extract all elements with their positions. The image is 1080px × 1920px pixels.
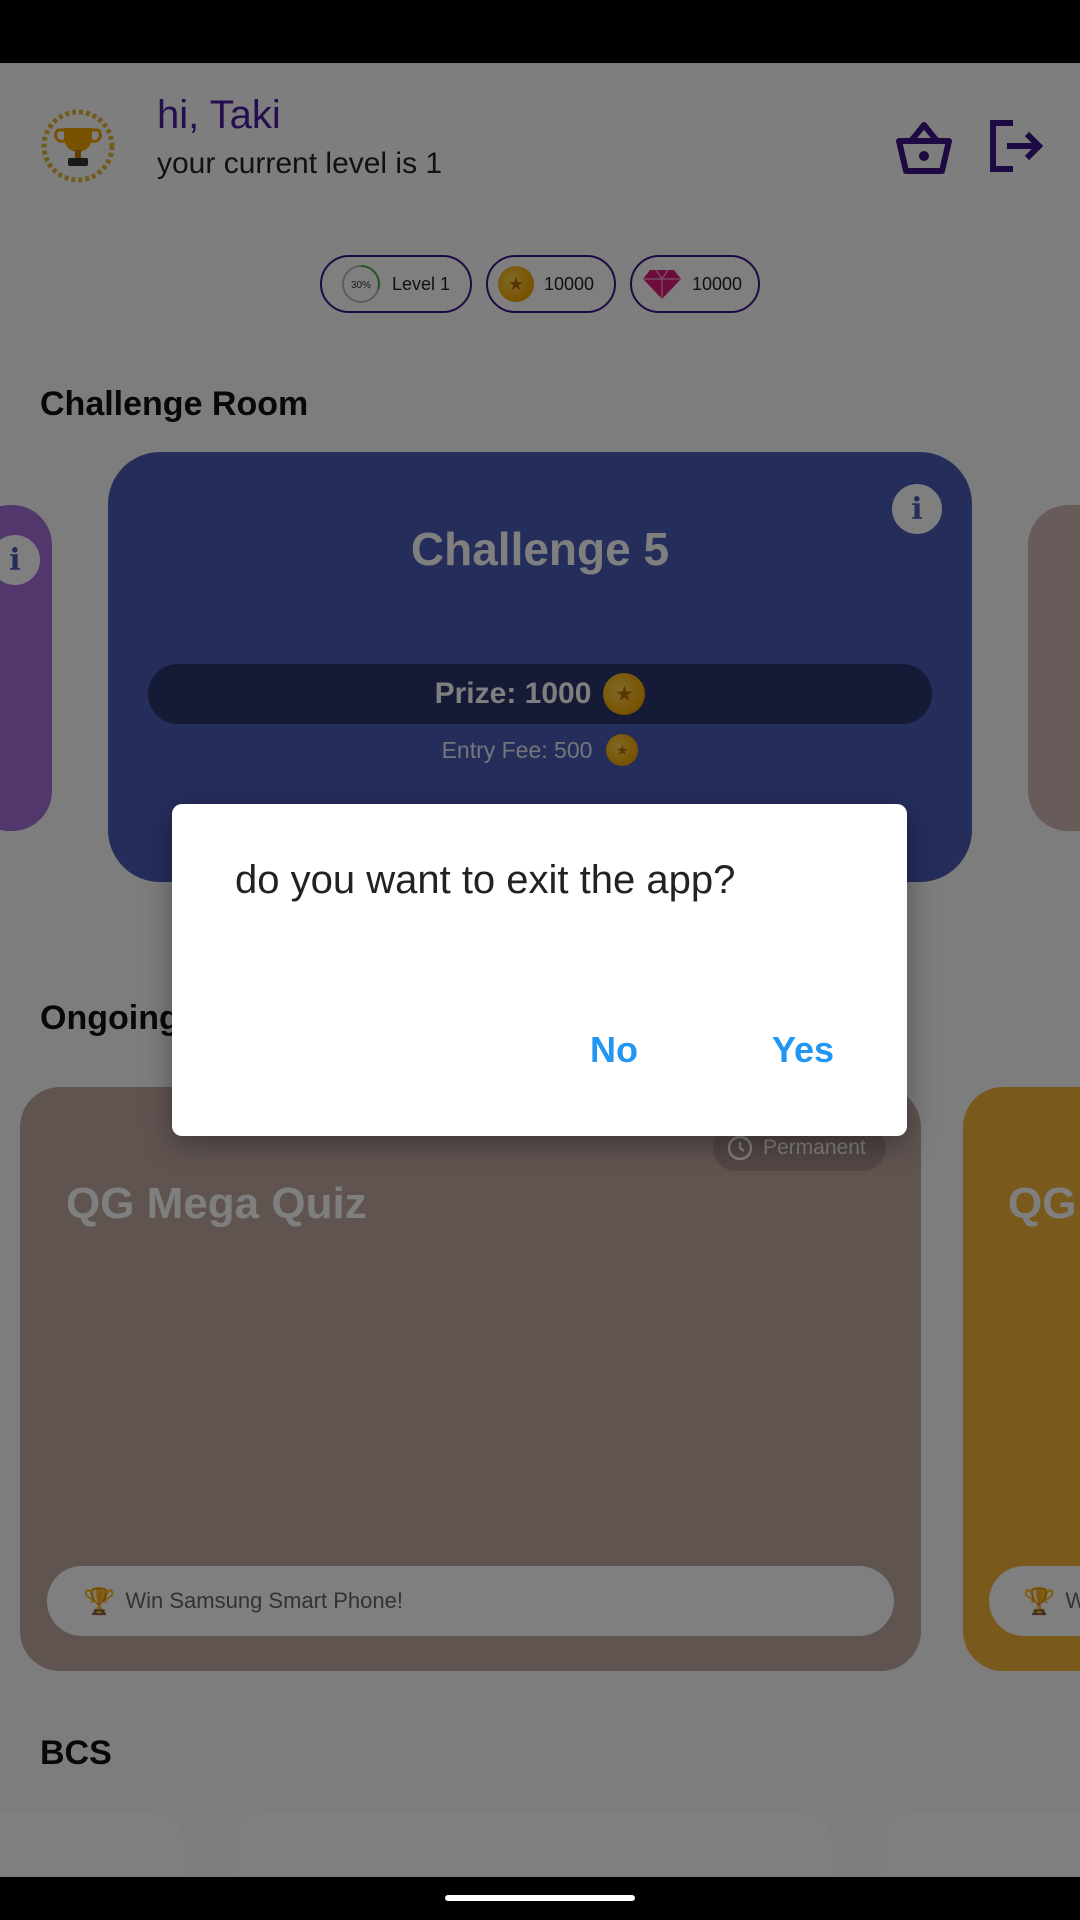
status-bar <box>0 0 1080 63</box>
dialog-message: do you want to exit the app? <box>235 858 736 902</box>
home-gesture-handle[interactable] <box>445 1895 635 1901</box>
no-button[interactable]: No <box>590 1029 638 1071</box>
navigation-bar <box>0 1877 1080 1920</box>
yes-button[interactable]: Yes <box>772 1029 834 1071</box>
exit-dialog: do you want to exit the app? No Yes <box>172 804 907 1136</box>
